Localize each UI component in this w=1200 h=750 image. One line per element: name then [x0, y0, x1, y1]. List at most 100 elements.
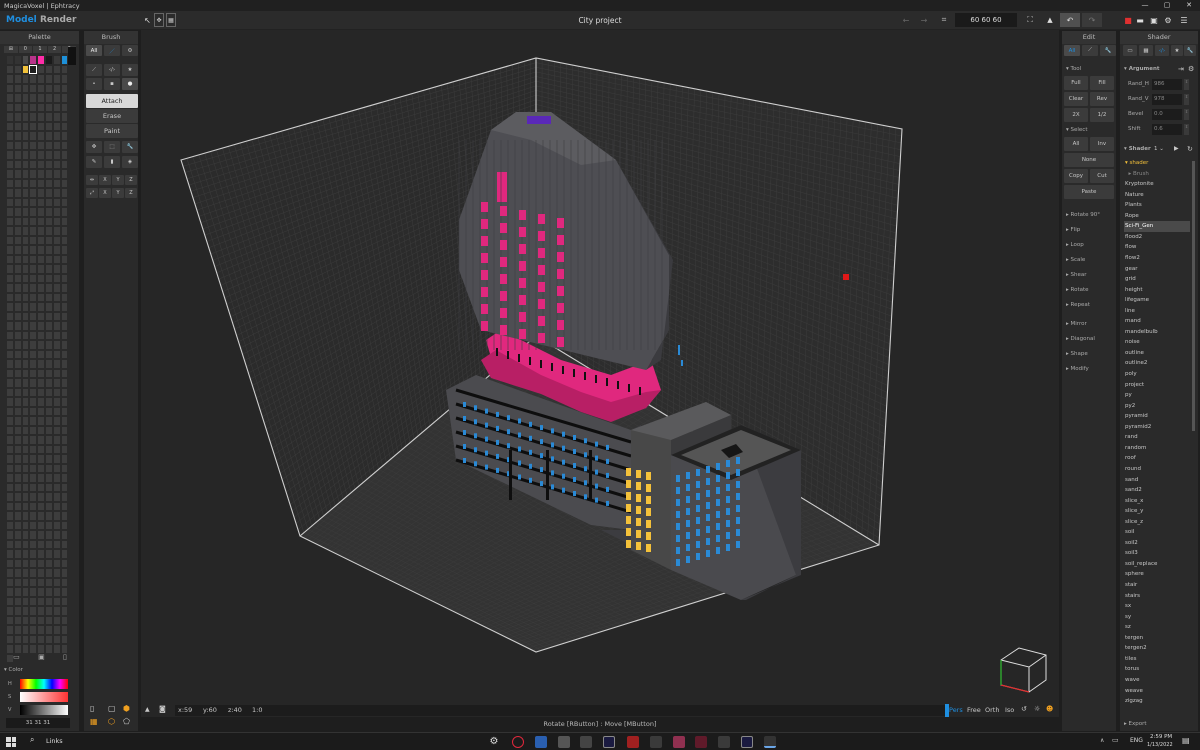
shader-item[interactable]: ▸ Brush [1124, 169, 1190, 180]
palette-swatch[interactable] [21, 492, 30, 502]
view-free[interactable]: Free [967, 706, 981, 714]
palette-swatch[interactable] [29, 634, 38, 644]
clock-date[interactable]: 1/13/2022 [1147, 742, 1173, 748]
palette-swatch[interactable] [45, 359, 53, 369]
palette-swatch[interactable] [45, 511, 53, 521]
shader-item[interactable]: Plants [1124, 200, 1190, 211]
palette-swatch[interactable] [37, 596, 45, 606]
links-label[interactable]: Links [46, 737, 63, 745]
palette-swatch[interactable] [29, 425, 38, 435]
shader-item[interactable]: outline2 [1124, 358, 1190, 369]
arrow-left-icon[interactable]: ← [900, 13, 912, 27]
palette-swatch[interactable] [6, 387, 14, 397]
language-label[interactable]: ENG [1130, 737, 1143, 744]
palette-swatch[interactable] [6, 435, 14, 445]
palette-swatch[interactable] [6, 93, 14, 103]
palette-swatch[interactable] [60, 368, 69, 378]
palette-swatch[interactable] [52, 397, 61, 407]
viewport[interactable] [141, 30, 1059, 704]
palette-swatch[interactable] [60, 397, 69, 407]
palette-swatch[interactable] [13, 387, 22, 397]
palette-swatch[interactable] [29, 520, 38, 530]
dot-brush-icon[interactable]: • [86, 78, 102, 90]
shader-item[interactable]: soil [1124, 527, 1190, 538]
grid-tool-icon[interactable]: ▦ [166, 13, 176, 27]
palette-swatch[interactable] [6, 188, 14, 198]
palette-swatch[interactable] [60, 596, 69, 606]
palette-swatch[interactable] [60, 454, 69, 464]
arg-stepper-icon[interactable]: ⇕ [1184, 124, 1189, 135]
palette-swatch[interactable] [60, 264, 69, 274]
select-all-button[interactable]: All [1064, 137, 1088, 151]
palette-swatch[interactable] [52, 64, 61, 74]
shader-item[interactable]: slice_x [1124, 496, 1190, 507]
palette-swatch[interactable] [21, 368, 30, 378]
palette-swatch[interactable] [21, 406, 30, 416]
palette-swatch[interactable] [6, 178, 14, 188]
code-brush-icon[interactable]: ‹/› [104, 64, 120, 76]
palette-swatch[interactable] [21, 530, 30, 540]
new-palette-icon[interactable]: ▯ [63, 653, 67, 663]
palette-swatch[interactable] [29, 197, 38, 207]
palette-swatch[interactable] [6, 349, 14, 359]
edit-group-0[interactable]: ▸ Rotate 90° [1066, 212, 1100, 218]
palette-swatch[interactable] [21, 292, 30, 302]
palette-swatch[interactable] [6, 482, 14, 492]
palette-swatch[interactable] [60, 558, 69, 568]
edit-group-1[interactable]: ▸ Flip [1066, 227, 1080, 233]
palette-swatch[interactable] [13, 169, 22, 179]
palette-swatch[interactable] [52, 197, 61, 207]
palette-tab-0[interactable]: 0 [18, 46, 33, 53]
palette-swatch[interactable] [29, 530, 38, 540]
palette-swatch[interactable] [37, 387, 45, 397]
palette-swatch[interactable] [21, 520, 30, 530]
palette-swatch[interactable] [45, 226, 53, 236]
palette-swatch[interactable] [60, 378, 69, 388]
palette-swatch[interactable] [13, 273, 22, 283]
shader-item[interactable]: tiles [1124, 654, 1190, 665]
palette-swatch[interactable] [60, 492, 69, 502]
new-file-icon[interactable]: ▯ [90, 704, 94, 713]
palette-swatch[interactable] [52, 159, 61, 169]
palette-swatch[interactable] [52, 425, 61, 435]
palette-swatch[interactable] [45, 245, 53, 255]
redo-button[interactable]: ↷ [1082, 13, 1102, 27]
palette-swatch[interactable] [6, 131, 14, 141]
shader-item[interactable]: poly [1124, 369, 1190, 380]
palette-swatch[interactable] [37, 216, 45, 226]
shader-star-icon[interactable]: ★ [1171, 45, 1183, 56]
palette-swatch[interactable] [45, 150, 53, 160]
arg-value-field[interactable]: 986 [1152, 79, 1182, 90]
axis-x-toggle[interactable]: X [99, 175, 111, 185]
palette-swatch[interactable] [13, 150, 22, 160]
palette-swatch[interactable] [45, 83, 53, 93]
palette-swatch[interactable] [29, 397, 38, 407]
palette-swatch[interactable] [13, 577, 22, 587]
palette-swatch[interactable] [13, 140, 22, 150]
palette-swatch[interactable] [45, 606, 53, 616]
arg-stepper-icon[interactable]: ⇕ [1184, 79, 1189, 90]
tool-2x-button[interactable]: 2X [1064, 108, 1088, 122]
palette-swatch[interactable] [29, 482, 38, 492]
line-brush-icon[interactable]: ⟋ [86, 64, 102, 76]
palette-swatch[interactable] [6, 587, 14, 597]
palette-swatch[interactable] [37, 64, 45, 74]
palette-swatch[interactable] [6, 463, 14, 473]
palette-swatch[interactable] [6, 340, 14, 350]
palette-swatch[interactable] [37, 121, 45, 131]
palette-swatch[interactable] [13, 473, 22, 483]
palette-swatch[interactable] [21, 121, 30, 131]
refresh-icon[interactable]: ↻ [1187, 145, 1193, 153]
palette-swatch[interactable] [13, 311, 22, 321]
emoji-icon[interactable]: ☻ [1046, 705, 1053, 713]
palette-swatch[interactable] [13, 416, 22, 426]
palette-swatch[interactable] [52, 74, 61, 84]
unreal2-app-icon[interactable] [741, 736, 753, 748]
palette-swatch[interactable] [37, 273, 45, 283]
palette-swatch[interactable] [37, 254, 45, 264]
palette-swatch[interactable] [52, 216, 61, 226]
palette-swatch[interactable] [13, 454, 22, 464]
palette-swatch[interactable] [45, 368, 53, 378]
palette-swatch[interactable] [45, 473, 53, 483]
palette-swatch[interactable] [52, 492, 61, 502]
